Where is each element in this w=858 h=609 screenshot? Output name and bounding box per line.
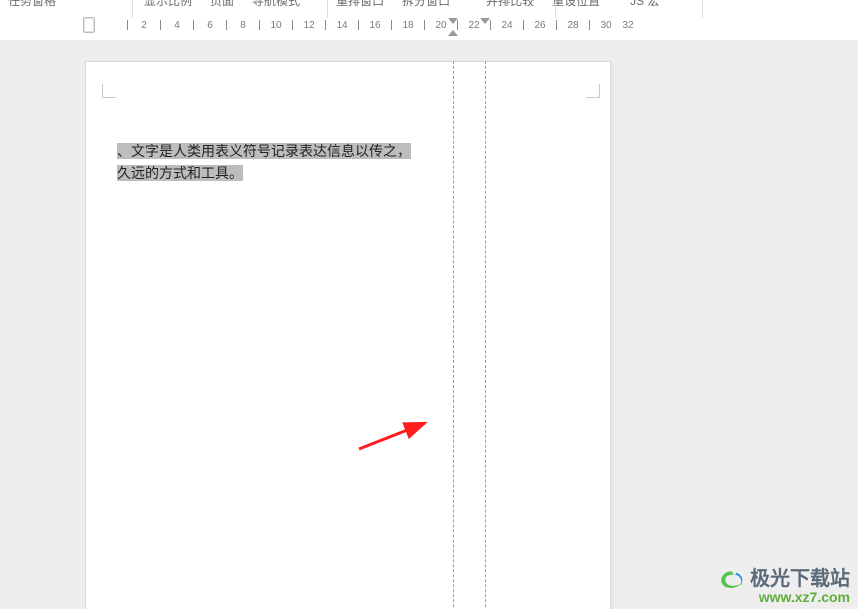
ruler-label: 4 [174, 20, 180, 31]
task-pane-toggle[interactable]: 任务窗格 [8, 0, 56, 9]
ruler-label: 12 [303, 20, 314, 31]
split-window-button[interactable]: 拆分窗口 [402, 0, 450, 9]
document-page[interactable]: 、文字是人类用表义符号记录表达信息以传之， 久远的方式和工具。 [86, 62, 610, 609]
page-corner-tl [102, 80, 120, 98]
ruler-label: 2 [141, 20, 147, 31]
page-corner-tr [582, 80, 600, 98]
side-by-side-button[interactable]: 并排比较 [486, 0, 534, 9]
js-macro-button[interactable]: JS 宏 [630, 0, 659, 9]
ruler-label: 6 [207, 20, 213, 31]
horizontal-ruler[interactable]: 2 4 6 8 10 12 14 16 18 20 22 24 26 28 30… [80, 20, 858, 38]
site-watermark: 极光下载站 www.xz7.com [718, 568, 850, 605]
arrange-windows-button[interactable]: 重排窗口 [336, 0, 384, 9]
watermark-logo-icon [718, 568, 746, 590]
zoom-button[interactable]: 显示比例 [144, 0, 192, 9]
nav-mode-button[interactable]: 导航模式 [252, 0, 300, 9]
ruler-label: 28 [567, 20, 578, 31]
ribbon-items: 任务窗格 显示比例 页面 导航模式 重排窗口 拆分窗口 并排比较 重设位置 JS… [0, 0, 858, 10]
ruler-label: 22 [468, 20, 479, 31]
right-indent-marker-2[interactable] [480, 18, 490, 24]
app-root: { "toolbar": { "task_pane": "任务窗格", "vie… [0, 0, 858, 609]
watermark-title: 极光下载站 [750, 569, 850, 590]
selected-text-line2: 久远的方式和工具。 [117, 165, 243, 181]
ruler-label: 8 [240, 20, 246, 31]
ruler-label: 20 [435, 20, 446, 31]
column-guide-right[interactable] [485, 61, 486, 609]
ruler-label: 16 [369, 20, 380, 31]
column-guide-left[interactable] [453, 61, 454, 609]
ruler-label: 10 [270, 20, 281, 31]
ribbon-toolbar: 任务窗格 显示比例 页面 导航模式 重排窗口 拆分窗口 并排比较 重设位置 JS… [0, 0, 858, 19]
document-workspace: 、文字是人类用表义符号记录表达信息以传之， 久远的方式和工具。 [0, 40, 858, 609]
ruler-left-stop[interactable] [83, 17, 95, 33]
selected-text-block[interactable]: 、文字是人类用表义符号记录表达信息以传之， 久远的方式和工具。 [117, 140, 453, 184]
watermark-url: www.xz7.com [718, 590, 850, 605]
right-indent-marker[interactable] [448, 18, 458, 24]
ruler-label: 14 [336, 20, 347, 31]
ruler-label: 32 [622, 20, 633, 31]
reset-position-button[interactable]: 重设位置 [552, 0, 600, 9]
selected-text-line1: 、文字是人类用表义符号记录表达信息以传之， [117, 143, 411, 159]
ruler-label: 26 [534, 20, 545, 31]
ruler-label: 24 [501, 20, 512, 31]
ruler-label: 18 [402, 20, 413, 31]
page-view-button[interactable]: 页面 [210, 0, 234, 9]
ruler-label: 30 [600, 20, 611, 31]
ruler-area: 2 4 6 8 10 12 14 16 18 20 22 24 26 28 30… [0, 18, 858, 40]
left-indent-marker[interactable] [448, 30, 458, 36]
